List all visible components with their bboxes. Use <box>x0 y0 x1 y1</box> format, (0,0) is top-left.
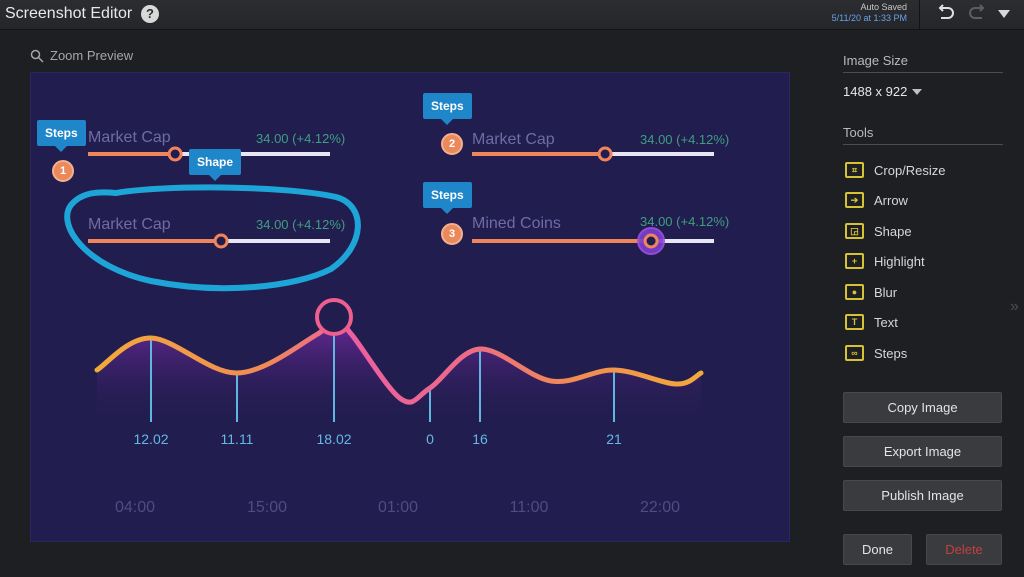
image-size-value: 1488 x 922 <box>843 84 908 99</box>
toolbar-divider <box>919 0 920 30</box>
tool-text[interactable]: T Text <box>845 312 898 332</box>
autosave-time: 5/11/20 at 1:33 PM <box>831 13 907 23</box>
zoom-preview-button[interactable]: Zoom Preview <box>30 48 133 63</box>
help-icon[interactable]: ? <box>141 5 159 23</box>
undo-button[interactable] <box>935 4 957 24</box>
shape-icon: ◲ <box>845 223 864 239</box>
steps-callout-3[interactable]: Steps <box>423 182 472 214</box>
title-bar: Screenshot Editor ? Auto Saved 5/11/20 a… <box>0 0 1024 30</box>
chart-data-label: 21 <box>606 431 622 447</box>
chart-data-label: 12.02 <box>133 431 169 447</box>
screenshot-editor-window: Screenshot Editor ? Auto Saved 5/11/20 a… <box>0 0 1024 577</box>
redo-icon <box>969 4 985 19</box>
search-icon <box>30 49 44 63</box>
tool-shape[interactable]: ◲ Shape <box>845 221 912 241</box>
slider-thumb[interactable] <box>167 146 183 162</box>
slider-thumb[interactable] <box>213 233 229 249</box>
slider-value-4: 34.00 (+4.12%) <box>640 214 730 229</box>
image-size-dropdown[interactable]: 1488 x 922 <box>843 84 923 99</box>
tool-label: Shape <box>874 223 912 239</box>
redo-button[interactable] <box>966 4 988 24</box>
slider-label-3: Market Cap <box>472 131 555 148</box>
slider-thumb[interactable] <box>597 146 613 162</box>
caret-down-icon <box>998 10 1010 18</box>
tool-label: Highlight <box>874 253 925 269</box>
time-axis-label: 15:00 <box>246 499 288 516</box>
tool-crop-resize[interactable]: ⌗ Crop/Resize <box>845 160 946 180</box>
text-icon: T <box>845 314 864 330</box>
tool-label: Arrow <box>874 192 908 208</box>
image-size-heading: Image Size <box>843 53 1003 73</box>
step-marker-2[interactable]: 2 <box>441 133 463 155</box>
chart-peak-marker <box>315 298 353 336</box>
chart-data-label: 0 <box>426 431 434 447</box>
export-image-button[interactable]: Export Image <box>843 436 1002 467</box>
tools-heading: Tools <box>843 125 1003 145</box>
shape-annotation-ellipse[interactable] <box>64 184 361 292</box>
app-title: Screenshot Editor <box>5 5 133 22</box>
tool-steps[interactable]: ∞ Steps <box>845 343 907 363</box>
chart-data-label: 18.02 <box>316 431 352 447</box>
slider-value-2: 34.00 (+4.12%) <box>256 217 346 232</box>
expand-panel-icon[interactable]: » <box>1010 298 1019 316</box>
time-axis-label: 11:00 <box>509 499 549 516</box>
steps-callout-1[interactable]: Steps <box>37 120 86 152</box>
tool-highlight[interactable]: + Highlight <box>845 251 925 271</box>
slider-label-1: Market Cap <box>88 129 171 146</box>
chart-data-label: 11.11 <box>220 431 254 447</box>
shape-callout[interactable]: Shape <box>189 149 242 181</box>
time-axis-label: 04:00 <box>114 499 156 516</box>
tool-arrow[interactable]: ➔ Arrow <box>845 190 908 210</box>
slider-thumb[interactable] <box>643 233 659 249</box>
step-marker-3[interactable]: 3 <box>441 223 463 245</box>
publish-image-button[interactable]: Publish Image <box>843 480 1002 511</box>
blur-icon: ● <box>845 284 864 300</box>
undo-icon <box>938 4 954 19</box>
crop-icon: ⌗ <box>845 162 864 178</box>
delete-button[interactable]: Delete <box>926 534 1002 565</box>
image-canvas[interactable]: Steps 1 Market Cap 34.00 (+4.12%) Shape … <box>30 72 790 542</box>
menu-dropdown-button[interactable] <box>996 7 1012 21</box>
tool-label: Crop/Resize <box>874 162 946 178</box>
slider-label-2: Market Cap <box>88 216 171 233</box>
steps-callout-2[interactable]: Steps <box>423 93 472 125</box>
copy-image-button[interactable]: Copy Image <box>843 392 1002 423</box>
tool-label: Blur <box>874 284 898 300</box>
time-axis-label: 22:00 <box>639 499 681 516</box>
chart-data-label: 16 <box>472 431 488 447</box>
done-button[interactable]: Done <box>843 534 912 565</box>
tool-label: Text <box>874 314 898 330</box>
time-axis-label: 01:00 <box>377 499 419 516</box>
autosave-status: Auto Saved 5/11/20 at 1:33 PM <box>832 2 907 24</box>
tool-blur[interactable]: ● Blur <box>845 282 897 302</box>
tool-label: Steps <box>874 345 908 361</box>
step-marker-1[interactable]: 1 <box>52 160 74 182</box>
highlight-icon: + <box>845 253 864 269</box>
arrow-icon: ➔ <box>845 192 864 208</box>
autosave-label: Auto Saved <box>860 2 907 12</box>
slider-value-1: 34.00 (+4.12%) <box>256 131 346 146</box>
slider-value-3: 34.00 (+4.12%) <box>640 132 730 147</box>
caret-down-icon <box>912 88 923 95</box>
zoom-preview-label: Zoom Preview <box>50 48 134 63</box>
slider-label-4: Mined Coins <box>472 215 561 232</box>
steps-icon: ∞ <box>845 345 864 361</box>
